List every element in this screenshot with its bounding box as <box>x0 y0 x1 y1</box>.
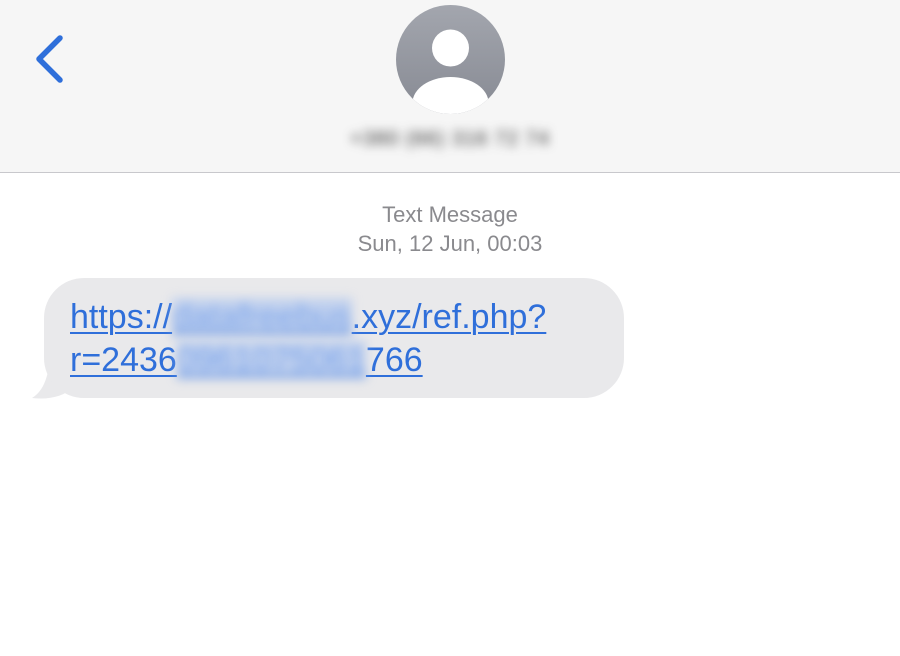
link-path: .xyz/ref.php? <box>351 298 547 336</box>
message-bubble: https://datafreebus.xyz/ref.php? r=24360… <box>44 278 624 398</box>
link-scheme: https:// <box>70 298 173 336</box>
link-domain-redacted: datafreebus <box>172 298 352 336</box>
time-label: 00:03 <box>487 231 543 256</box>
timestamp: Sun, 12 Jun, 00:03 <box>250 229 650 258</box>
messages-screen: +380 (66) 316 72 74 Text Message Sun, 12… <box>0 0 900 656</box>
contact-avatar[interactable] <box>396 5 505 114</box>
message-meta: Text Message Sun, 12 Jun, 00:03 <box>250 200 650 258</box>
link-line-2: r=24360961075061766 <box>70 339 610 382</box>
contact-name[interactable]: +380 (66) 316 72 74 <box>300 122 600 156</box>
link-query-end: 766 <box>365 341 423 379</box>
back-button[interactable] <box>26 30 76 90</box>
conversation-header: +380 (66) 316 72 74 <box>0 0 900 173</box>
link-query-redacted: 0961075061 <box>176 341 366 379</box>
chevron-left-icon <box>36 35 63 83</box>
link-line-1: https://datafreebus.xyz/ref.php? <box>70 296 610 339</box>
message-link[interactable]: https://datafreebus.xyz/ref.php? r=24360… <box>70 296 610 382</box>
service-label: Text Message <box>382 202 518 227</box>
link-query-start: r=2436 <box>70 341 177 379</box>
person-silhouette-icon <box>412 29 489 114</box>
date-label: Sun, 12 Jun, <box>357 231 482 256</box>
